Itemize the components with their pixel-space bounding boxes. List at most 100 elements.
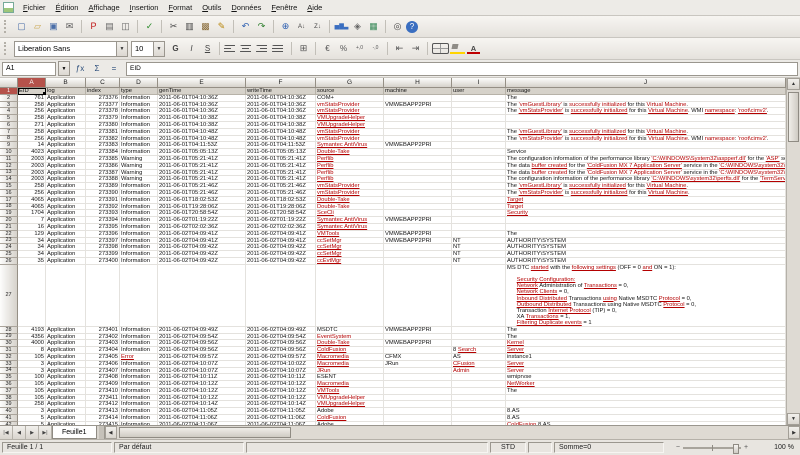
cell-G29[interactable]: EventSystem [316,334,384,341]
cell-A11[interactable]: 2003 [18,156,46,163]
cell-E13[interactable]: 2011-06-01T05:21:41Z [158,170,246,177]
cell-C3[interactable]: 273377 [86,102,120,109]
cell-B35[interactable]: Application [46,374,86,381]
cell-C39[interactable]: 273412 [86,401,120,408]
cell-D23[interactable]: Information [120,238,158,245]
cell-B12[interactable]: Application [46,163,86,170]
cell-E3[interactable]: 2011-06-01T04:10:36Z [158,102,246,109]
cell-D25[interactable]: Information [120,251,158,258]
horizontal-scroll-track[interactable] [117,426,788,439]
cell-A19[interactable]: 1704 [18,210,46,217]
cell-B4[interactable]: Application [46,108,86,115]
cell-A35[interactable]: 100 [18,374,46,381]
cell-F12[interactable]: 2011-06-01T05:21:41Z [246,163,316,170]
cell-D17[interactable]: Information [120,197,158,204]
cell-D19[interactable]: Information [120,210,158,217]
cell-B42[interactable]: Application [46,422,86,425]
cell-F36[interactable]: 2011-06-02T04:10:12Z [246,381,316,388]
scroll-up-icon[interactable]: ▲ [787,78,800,90]
zoom-icon[interactable]: ◎ [390,19,405,34]
cell-F40[interactable]: 2011-06-02T04:11:05Z [246,408,316,415]
cell-D6[interactable]: Information [120,122,158,129]
zoom-slider[interactable]: − + [666,444,758,451]
cell-D15[interactable]: Information [120,183,158,190]
cell-G7[interactable]: vmStatsProvider [316,129,384,136]
scroll-down-icon[interactable]: ▼ [787,413,800,425]
font-color-icon[interactable]: A [466,43,481,54]
cell-A14[interactable]: 2003 [18,176,46,183]
cell-F18[interactable]: 2011-06-01T19:28:06Z [246,204,316,211]
bold-icon[interactable]: G [168,41,183,56]
cell-B10[interactable]: Application [46,149,86,156]
cell-B9[interactable]: Application [46,142,86,149]
cell-D37[interactable]: Information [120,388,158,395]
cell-A32[interactable]: 105 [18,354,46,361]
toolbar-grip[interactable] [4,20,10,33]
cell-G38[interactable]: VMUpgradeHelper [316,395,384,402]
toolbar-grip[interactable] [4,42,10,55]
cell-A28[interactable]: 4193 [18,327,46,334]
cell-H20[interactable]: VMWEBAPP2PRI [384,217,452,224]
cell-C21[interactable]: 273395 [86,224,120,231]
column-header-A[interactable]: A [18,78,46,88]
cell-J16[interactable]: The 'vmStatsProvider' is successfully in… [506,190,786,197]
align-right-icon[interactable] [256,45,271,53]
cell-I20[interactable] [452,217,506,224]
cell-A31[interactable]: 8 [18,347,46,354]
cell-C25[interactable]: 273399 [86,251,120,258]
cell-D35[interactable]: Information [120,374,158,381]
cell-A16[interactable]: 256 [18,190,46,197]
menu-insertion[interactable]: Insertion [125,2,164,13]
cell-I2[interactable] [452,95,506,102]
cell-D9[interactable]: Information [120,142,158,149]
cell-I38[interactable] [452,395,506,402]
cell-B8[interactable]: Application [46,136,86,143]
cell-C11[interactable]: 273385 [86,156,120,163]
cell-B23[interactable]: Application [46,238,86,245]
cell-D42[interactable]: Information [120,422,158,425]
add-decimal-place-icon[interactable]: +,0 [352,41,367,56]
cell-E10[interactable]: 2011-06-01T05:05:13Z [158,149,246,156]
borders-icon[interactable] [432,43,449,54]
cell-B2[interactable]: Application [46,95,86,102]
cell-C30[interactable]: 273403 [86,340,120,347]
cell-I4[interactable] [452,108,506,115]
menu-format[interactable]: Format [163,2,197,13]
cell-J20[interactable] [506,217,786,224]
cell-A33[interactable]: 3 [18,361,46,368]
cell-D33[interactable]: Information [120,361,158,368]
cell-C2[interactable]: 273376 [86,95,120,102]
cell-D29[interactable]: Information [120,334,158,341]
cell-G11[interactable]: Perflib [316,156,384,163]
cell-F22[interactable]: 2011-06-02T04:09:41Z [246,231,316,238]
cell-C31[interactable]: 273404 [86,347,120,354]
cell-C7[interactable]: 273381 [86,129,120,136]
open-icon[interactable]: ▱ [30,19,45,34]
cell-F6[interactable]: 2011-06-01T04:10:38Z [246,122,316,129]
cell-H17[interactable] [384,197,452,204]
cell-G18[interactable]: Double-Take [316,204,384,211]
decrease-indent-icon[interactable]: ⇤ [392,41,407,56]
cell-B17[interactable]: Application [46,197,86,204]
cell-F19[interactable]: 2011-06-01T20:58:54Z [246,210,316,217]
cell-F10[interactable]: 2011-06-01T05:05:13Z [246,149,316,156]
cell-H4[interactable] [384,108,452,115]
column-header-J[interactable]: J [506,78,786,88]
vertical-scroll-thumb[interactable] [788,92,799,142]
cell-F25[interactable]: 2011-06-02T04:09:42Z [246,251,316,258]
function-wizard-button[interactable]: ƒx [72,62,88,75]
cell-A24[interactable]: 34 [18,244,46,251]
cell-H5[interactable] [384,115,452,122]
cell-A6[interactable]: 271 [18,122,46,129]
cell-D24[interactable]: Information [120,244,158,251]
cell-J28[interactable]: The [506,327,786,334]
cell-I42[interactable] [452,422,506,425]
cell-H33[interactable]: JRun [384,361,452,368]
cell-H30[interactable]: VMWEBAPP2PRI [384,340,452,347]
column-header-B[interactable]: B [46,78,86,88]
cell-B40[interactable]: Application [46,408,86,415]
cell-J1[interactable]: message [506,88,786,95]
cell-G14[interactable]: Perflib [316,176,384,183]
cell-A20[interactable]: 7 [18,217,46,224]
cell-J5[interactable] [506,115,786,122]
